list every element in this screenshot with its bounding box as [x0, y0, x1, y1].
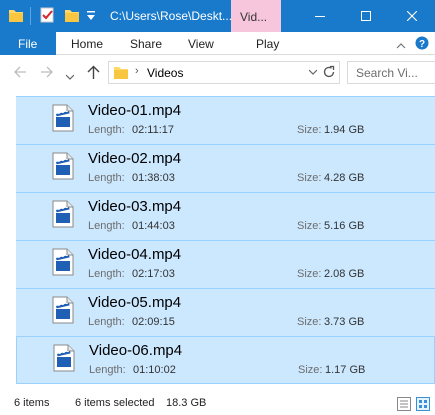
size-value: 1.94 GB [324, 124, 365, 136]
file-name: Video-06.mp4 [89, 342, 183, 359]
size-label: Size: [297, 316, 322, 328]
refresh-icon[interactable] [322, 65, 336, 82]
tab-play[interactable]: Play [256, 37, 279, 51]
maximize-button[interactable] [343, 0, 389, 32]
video-file-icon [53, 344, 75, 375]
close-icon [407, 11, 417, 21]
tab-file-label: File [18, 37, 38, 51]
large-icons-view-icon[interactable] [416, 397, 430, 414]
breadcrumb-videos[interactable]: Videos [147, 66, 183, 80]
list-item[interactable]: Video-06.mp4 Length: 01:10:02 Size: 1.17 GB [16, 336, 435, 384]
properties-check-icon[interactable] [39, 6, 55, 27]
window-title: C:\Users\Rose\Deskt... [110, 9, 233, 23]
status-selected-count: 6 items selected [75, 397, 155, 409]
length-value: 02:17:03 [132, 268, 175, 280]
size-label: Size: [297, 220, 322, 232]
video-file-icon [52, 104, 74, 135]
recent-locations-icon[interactable] [65, 69, 75, 83]
maximize-icon [361, 11, 371, 21]
file-name: Video-01.mp4 [88, 102, 182, 119]
new-folder-icon[interactable] [64, 6, 80, 27]
collapse-ribbon-icon[interactable] [396, 39, 406, 53]
length-value: 02:09:15 [132, 316, 175, 328]
list-item[interactable]: Video-02.mp4 Length: 01:38:03 Size: 4.28 GB [16, 144, 435, 192]
list-item[interactable]: Video-01.mp4 Length: 02:11:17 Size: 1.94 GB [16, 96, 435, 144]
length-label: Length: [88, 316, 125, 328]
video-file-icon [52, 248, 74, 279]
file-name: Video-04.mp4 [88, 246, 182, 263]
forward-arrow-icon[interactable] [40, 65, 54, 82]
file-name: Video-05.mp4 [88, 294, 182, 311]
list-item[interactable]: Video-03.mp4 Length: 01:44:03 Size: 5.16 GB [16, 192, 435, 240]
size-value: 2.08 GB [324, 268, 365, 280]
back-arrow-icon[interactable] [13, 65, 27, 82]
search-placeholder: Search Vi... [356, 66, 418, 80]
file-name: Video-02.mp4 [88, 150, 182, 167]
tab-share[interactable]: Share [130, 37, 162, 51]
address-bar[interactable]: › Videos [108, 61, 340, 84]
length-value: 01:44:03 [132, 220, 175, 232]
tab-view[interactable]: View [188, 37, 214, 51]
size-value: 3.73 GB [324, 316, 365, 328]
address-dropdown-icon[interactable] [308, 66, 318, 81]
length-value: 01:38:03 [132, 172, 175, 184]
size-label: Size: [297, 172, 322, 184]
help-icon[interactable]: ? [415, 36, 429, 53]
search-input[interactable]: Search Vi... [347, 61, 435, 84]
close-button[interactable] [389, 0, 435, 32]
customize-qat-icon[interactable] [86, 10, 96, 25]
tab-file[interactable]: File [0, 32, 56, 55]
folder-icon [8, 6, 24, 27]
video-file-icon [52, 200, 74, 231]
ribbon: File Home Share View Play ? [0, 32, 435, 55]
file-list-pane: Video-01.mp4 Length: 02:11:17 Size: 1.94 GB V… [0, 90, 435, 390]
list-item[interactable]: Video-05.mp4 Length: 02:09:15 Size: 3.73 GB [16, 288, 435, 336]
size-label: Size: [297, 268, 322, 280]
details-view-icon[interactable] [397, 397, 411, 414]
status-selected-size: 18.3 GB [166, 397, 207, 409]
status-item-count: 6 items [14, 397, 50, 409]
svg-text:?: ? [419, 39, 425, 50]
video-file-icon [52, 296, 74, 327]
video-file-icon [52, 152, 74, 183]
folder-icon [113, 65, 129, 83]
context-tab-label: Vid... [240, 10, 268, 24]
navigation-bar: › Videos Search Vi... [0, 55, 435, 90]
size-value: 5.16 GB [324, 220, 365, 232]
context-tab-video-tools[interactable]: Vid... [231, 0, 281, 32]
up-arrow-icon[interactable] [87, 65, 100, 83]
title-bar: C:\Users\Rose\Deskt... Vid... [0, 0, 435, 32]
file-name: Video-03.mp4 [88, 198, 182, 215]
size-value: 1.17 GB [325, 364, 366, 376]
length-value: 01:10:02 [133, 364, 176, 376]
length-label: Length: [88, 124, 125, 136]
size-value: 4.28 GB [324, 172, 365, 184]
qat-separator [30, 7, 31, 25]
minimize-button[interactable] [297, 0, 343, 32]
length-label: Length: [88, 220, 125, 232]
length-label: Length: [88, 172, 125, 184]
breadcrumb-separator-icon[interactable]: › [135, 65, 139, 77]
minimize-icon [315, 16, 325, 17]
tab-home[interactable]: Home [71, 37, 103, 51]
status-bar: 6 items 6 items selected 18.3 GB [0, 390, 435, 415]
length-label: Length: [88, 268, 125, 280]
size-label: Size: [298, 364, 323, 376]
length-value: 02:11:17 [132, 124, 175, 136]
length-label: Length: [89, 364, 126, 376]
size-label: Size: [297, 124, 322, 136]
list-item[interactable]: Video-04.mp4 Length: 02:17:03 Size: 2.08 GB [16, 240, 435, 288]
